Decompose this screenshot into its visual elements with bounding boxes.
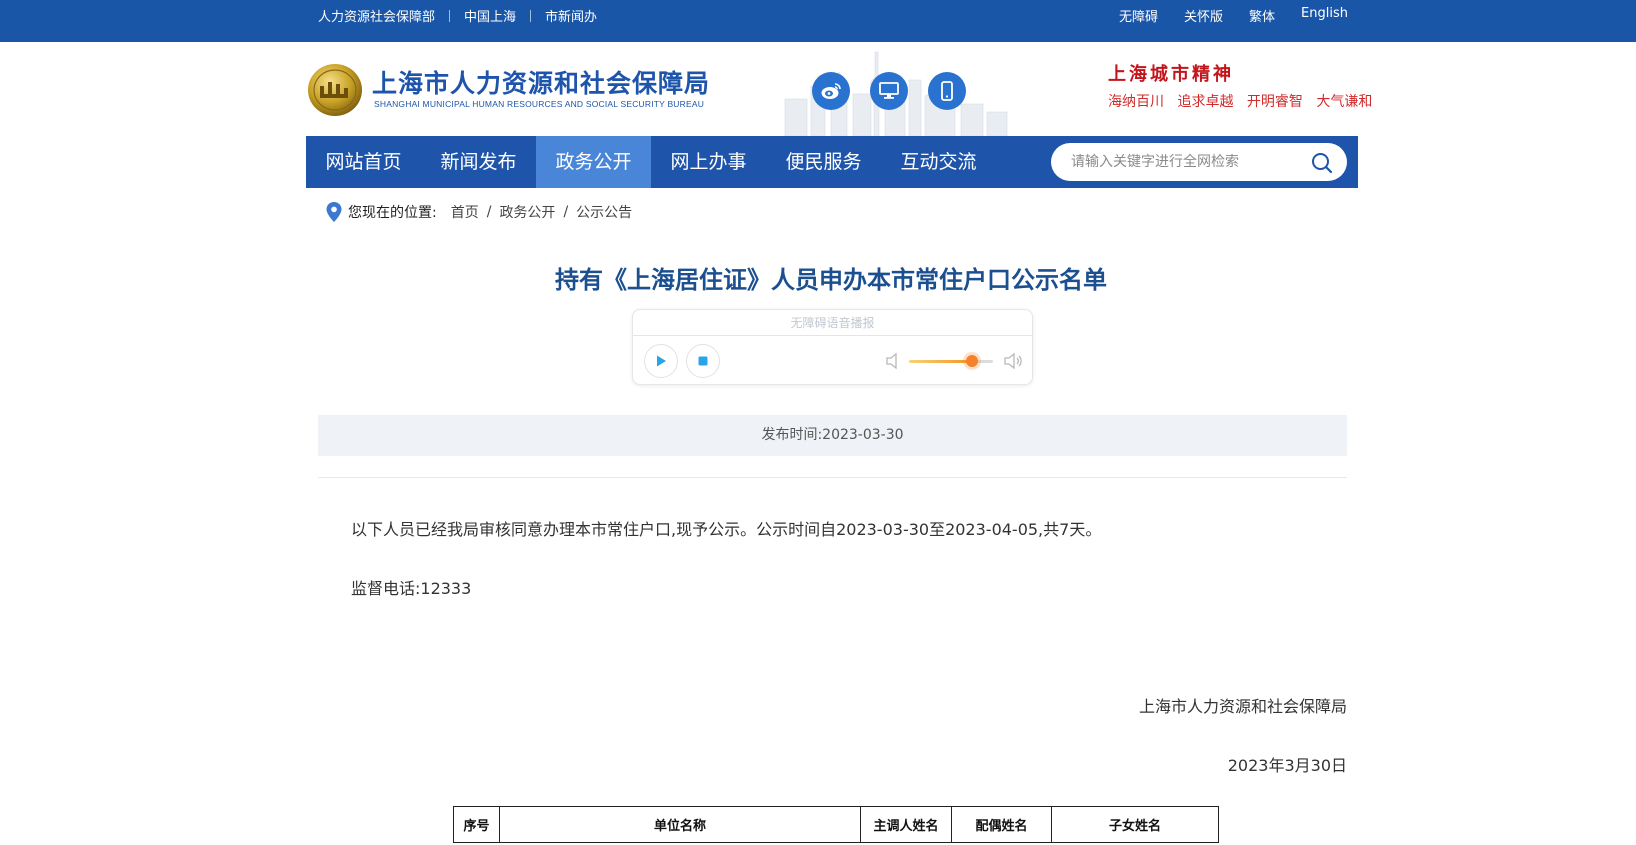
breadcrumb-gov-affairs[interactable]: 政务公开	[499, 202, 555, 222]
volume-high-icon[interactable]	[1003, 351, 1023, 371]
motto-1: 海纳百川	[1108, 94, 1164, 110]
volume-knob[interactable]	[966, 355, 978, 367]
site-header: 上海市人力资源和社会保障局 SHANGHAI MUNICIPAL HUMAN R…	[0, 42, 1636, 136]
nav-convenience[interactable]: 便民服务	[766, 136, 881, 188]
search-input[interactable]	[1071, 152, 1301, 172]
volume-fill	[909, 360, 972, 363]
breadcrumb-notices[interactable]: 公示公告	[576, 202, 632, 222]
publish-time: 发布时间:2023-03-30	[761, 427, 904, 443]
divider	[318, 477, 1347, 478]
separator	[530, 9, 532, 22]
location-pin-icon	[326, 202, 342, 222]
article-paragraph: 监督电话:12333	[351, 579, 472, 598]
link-mohrss[interactable]: 人力资源社会保障部	[318, 6, 435, 25]
table-header-cell: 主调人姓名	[860, 806, 952, 843]
site-name[interactable]: 上海市人力资源和社会保障局	[372, 64, 710, 100]
nav-gov-affairs[interactable]: 政务公开	[536, 136, 651, 188]
page-title: 持有《上海居住证》人员申办本市常住户口公示名单	[555, 266, 1107, 294]
volume-slider[interactable]	[909, 355, 993, 367]
table-header-cell: 序号	[453, 806, 500, 843]
link-china-shanghai[interactable]: 中国上海	[464, 6, 516, 25]
mobile-icon[interactable]	[928, 72, 966, 110]
play-icon	[657, 355, 666, 367]
search-box	[1051, 143, 1347, 181]
top-left-links: 人力资源社会保障部 中国上海 市新闻办	[318, 6, 597, 25]
breadcrumb: 您现在的位置: 首页 / 政务公开 / 公示公告	[326, 202, 636, 222]
motto-3: 开明睿智	[1246, 94, 1303, 110]
link-care-version[interactable]: 关怀版	[1184, 6, 1223, 25]
breadcrumb-label: 您现在的位置:	[348, 205, 437, 221]
breadcrumb-home[interactable]: 首页	[451, 202, 479, 222]
motto-2: 追求卓越	[1177, 94, 1234, 110]
top-right-links: 无障碍 关怀版 繁体 English	[1093, 6, 1348, 25]
link-news-office[interactable]: 市新闻办	[545, 6, 597, 25]
nav-interaction[interactable]: 互动交流	[881, 136, 996, 188]
applicant-table: 序号 单位名称 主调人姓名 配偶姓名 子女姓名	[453, 806, 1219, 843]
breadcrumb-separator: /	[563, 204, 569, 220]
table-header-cell: 配偶姓名	[951, 806, 1052, 843]
top-bar: 人力资源社会保障部 中国上海 市新闻办 无障碍 关怀版 繁体 English	[0, 0, 1636, 42]
link-traditional[interactable]: 繁体	[1249, 6, 1275, 25]
separator	[449, 9, 451, 22]
site-name-en: SHANGHAI MUNICIPAL HUMAN RESOURCES AND S…	[374, 99, 705, 109]
city-spirit-motto: 海纳百川 追求卓越 开明睿智 大气谦和	[1108, 91, 1381, 111]
nav-online-service[interactable]: 网上办事	[651, 136, 766, 188]
link-english[interactable]: English	[1301, 6, 1348, 25]
table-header-cell: 子女姓名	[1051, 806, 1219, 843]
table-header-cell: 单位名称	[499, 806, 861, 843]
main-nav: 网站首页 新闻发布 政务公开 网上办事 便民服务 互动交流	[306, 136, 1358, 188]
search-icon[interactable]	[1311, 152, 1333, 174]
signature-org: 上海市人力资源和社会保障局	[1138, 697, 1347, 716]
breadcrumb-separator: /	[486, 204, 492, 220]
nav-news[interactable]: 新闻发布	[421, 136, 536, 188]
publish-time-bar: 发布时间:2023-03-30	[318, 415, 1347, 456]
table-header-row: 序号 单位名称 主调人姓名 配偶姓名 子女姓名	[453, 806, 1219, 843]
volume-low-icon[interactable]	[885, 352, 901, 370]
motto-4: 大气谦和	[1316, 94, 1373, 110]
desktop-icon[interactable]	[870, 72, 908, 110]
stop-icon	[698, 356, 708, 366]
link-accessibility[interactable]: 无障碍	[1119, 6, 1158, 25]
audio-player: 无障碍语音播报	[632, 309, 1033, 385]
city-spirit-title: 上海城市精神	[1108, 64, 1234, 85]
article-paragraph: 以下人员已经我局审核同意办理本市常住户口,现予公示。公示时间自2023-03-3…	[351, 520, 1102, 539]
signature-date: 2023年3月30日	[1227, 756, 1347, 775]
play-button[interactable]	[644, 344, 678, 378]
emblem-icon[interactable]	[306, 62, 364, 118]
weibo-icon[interactable]	[812, 72, 850, 110]
stop-button[interactable]	[686, 344, 720, 378]
nav-home[interactable]: 网站首页	[306, 136, 421, 188]
audio-player-title: 无障碍语音播报	[633, 310, 1032, 336]
